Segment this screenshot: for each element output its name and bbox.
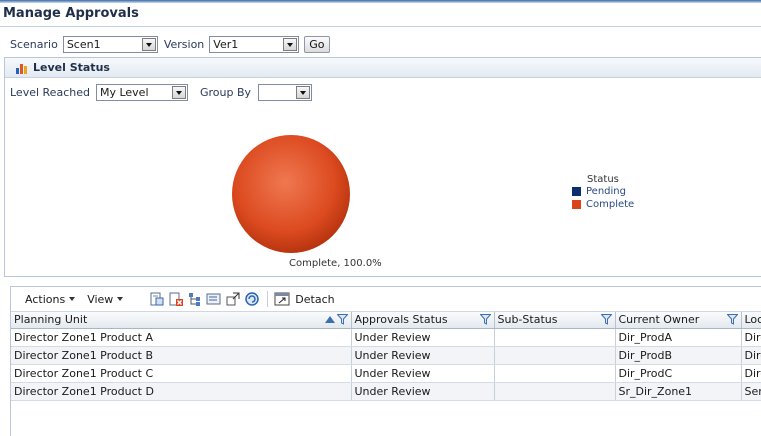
cell-sub-status — [494, 346, 616, 365]
column-header-location[interactable]: Loca — [741, 312, 761, 329]
chevron-down-icon[interactable] — [296, 85, 311, 99]
table-row[interactable]: Director Zone1 Product A Under Review Di… — [11, 328, 761, 347]
column-header-label: Loca — [744, 313, 761, 327]
table-header-row: Planning Unit Approvals Status Sub-Statu… — [11, 312, 761, 329]
column-header-approvals-status[interactable]: Approvals Status — [351, 312, 495, 329]
cell-current-owner: Dir_ProdA — [615, 328, 742, 347]
chevron-down-icon[interactable] — [283, 37, 298, 51]
actions-menu[interactable]: Actions — [25, 292, 76, 306]
cell-sub-status — [494, 382, 616, 401]
cell-location: Dire — [741, 328, 761, 347]
cell-current-owner: Dir_ProdC — [615, 364, 742, 383]
detach-label: Detach — [295, 292, 335, 306]
legend-label-pending: Pending — [586, 186, 626, 197]
version-select-value: Ver1 — [213, 37, 239, 51]
detach-button[interactable]: Detach — [274, 291, 335, 307]
column-header-planning-unit[interactable]: Planning Unit — [11, 312, 352, 329]
planning-units-panel: Actions View Detach Planning Unit Approv… — [10, 286, 761, 436]
version-label: Version — [163, 37, 205, 51]
table-row[interactable]: Director Zone1 Product C Under Review Di… — [11, 364, 761, 383]
page-title: Manage Approvals — [3, 6, 139, 21]
refresh-icon[interactable] — [244, 291, 260, 307]
column-header-label: Sub-Status — [497, 313, 558, 327]
table-row[interactable]: Director Zone1 Product B Under Review Di… — [11, 346, 761, 365]
cell-planning-unit: Director Zone1 Product A — [11, 328, 352, 347]
title-divider — [0, 26, 761, 27]
legend-item-pending: Pending — [572, 185, 634, 198]
cell-planning-unit: Director Zone1 Product C — [11, 364, 352, 383]
pie-slice-complete[interactable] — [232, 135, 350, 253]
pie-chart-svg — [232, 135, 350, 253]
cell-approvals-status: Under Review — [351, 328, 495, 347]
version-select[interactable]: Ver1 — [209, 35, 300, 53]
chevron-down-icon — [117, 297, 124, 301]
chevron-down-icon — [69, 297, 76, 301]
cell-sub-status — [494, 364, 616, 383]
toolbar-icons — [149, 291, 263, 307]
chevron-down-icon[interactable] — [171, 85, 186, 99]
expand-icon[interactable] — [225, 291, 241, 307]
cell-approvals-status: Under Review — [351, 364, 495, 383]
legend-label-complete: Complete — [586, 199, 635, 210]
view-menu-label: View — [87, 292, 114, 306]
toolbar-separator — [267, 291, 269, 307]
cell-approvals-status: Under Review — [351, 382, 495, 401]
group-by-select[interactable] — [258, 83, 313, 101]
scenario-select[interactable]: Scen1 — [62, 35, 158, 53]
cell-location: Dire — [741, 346, 761, 365]
cell-planning-unit: Director Zone1 Product B — [11, 346, 352, 365]
edit-icon[interactable] — [206, 291, 222, 307]
status-pie-chart: Complete, 100.0% Status Pending Complete — [5, 108, 761, 276]
cell-current-owner: Sr_Dir_Zone1 — [615, 382, 742, 401]
scenario-select-value: Scen1 — [66, 37, 101, 51]
chevron-down-icon[interactable] — [141, 37, 156, 51]
chart-legend: Status Pending Complete — [572, 174, 634, 211]
cell-planning-unit: Director Zone1 Product D — [11, 382, 352, 401]
detach-icon — [274, 291, 290, 307]
top-strip — [0, 0, 761, 3]
cell-current-owner: Dir_ProdB — [615, 346, 742, 365]
export-icon[interactable] — [149, 291, 165, 307]
group-by-label: Group By — [199, 85, 252, 99]
cell-location: Sen — [741, 382, 761, 401]
hierarchy-icon[interactable] — [187, 291, 203, 307]
legend-item-complete: Complete — [572, 198, 634, 211]
filter-funnel-icon[interactable] — [335, 314, 349, 325]
delete-icon[interactable] — [168, 291, 184, 307]
cell-sub-status — [494, 328, 616, 347]
column-header-label: Approvals Status — [354, 313, 448, 327]
go-button[interactable]: Go — [304, 35, 330, 53]
table-toolbar: Actions View Detach — [11, 287, 761, 312]
table-row[interactable]: Director Zone1 Product D Under Review Sr… — [11, 382, 761, 401]
cell-approvals-status: Under Review — [351, 346, 495, 365]
column-header-current-owner[interactable]: Current Owner — [615, 312, 742, 329]
filter-funnel-icon[interactable] — [599, 314, 613, 325]
pie-data-label: Complete, 100.0% — [289, 258, 382, 269]
level-reached-select[interactable]: My Level — [95, 83, 188, 101]
sort-ascending-icon[interactable] — [324, 316, 335, 323]
column-header-label: Planning Unit — [14, 313, 88, 327]
planning-units-table: Planning Unit Approvals Status Sub-Statu… — [11, 312, 761, 401]
level-status-header: Level Status — [5, 58, 761, 78]
level-status-panel: Level Status Level Reached My Level Grou… — [4, 57, 761, 277]
column-header-label: Current Owner — [618, 313, 700, 327]
scenario-label: Scenario — [10, 37, 58, 51]
actions-menu-label: Actions — [25, 292, 66, 306]
level-reached-value: My Level — [99, 85, 149, 99]
level-reached-label: Level Reached — [10, 85, 90, 99]
cell-location: Dire — [741, 364, 761, 383]
column-header-sub-status[interactable]: Sub-Status — [494, 312, 616, 329]
filter-funnel-icon[interactable] — [725, 314, 739, 325]
bar-chart-icon — [15, 62, 29, 74]
scenario-filter-row: Scenario Scen1 Version Ver1 Go — [10, 35, 330, 53]
legend-swatch-complete — [572, 200, 581, 209]
level-status-title: Level Status — [33, 61, 110, 74]
level-filter-row: Level Reached My Level Group By — [10, 83, 313, 101]
legend-swatch-pending — [572, 187, 581, 196]
filter-funnel-icon[interactable] — [478, 314, 492, 325]
legend-title: Status — [587, 174, 619, 185]
view-menu[interactable]: View — [87, 292, 124, 306]
